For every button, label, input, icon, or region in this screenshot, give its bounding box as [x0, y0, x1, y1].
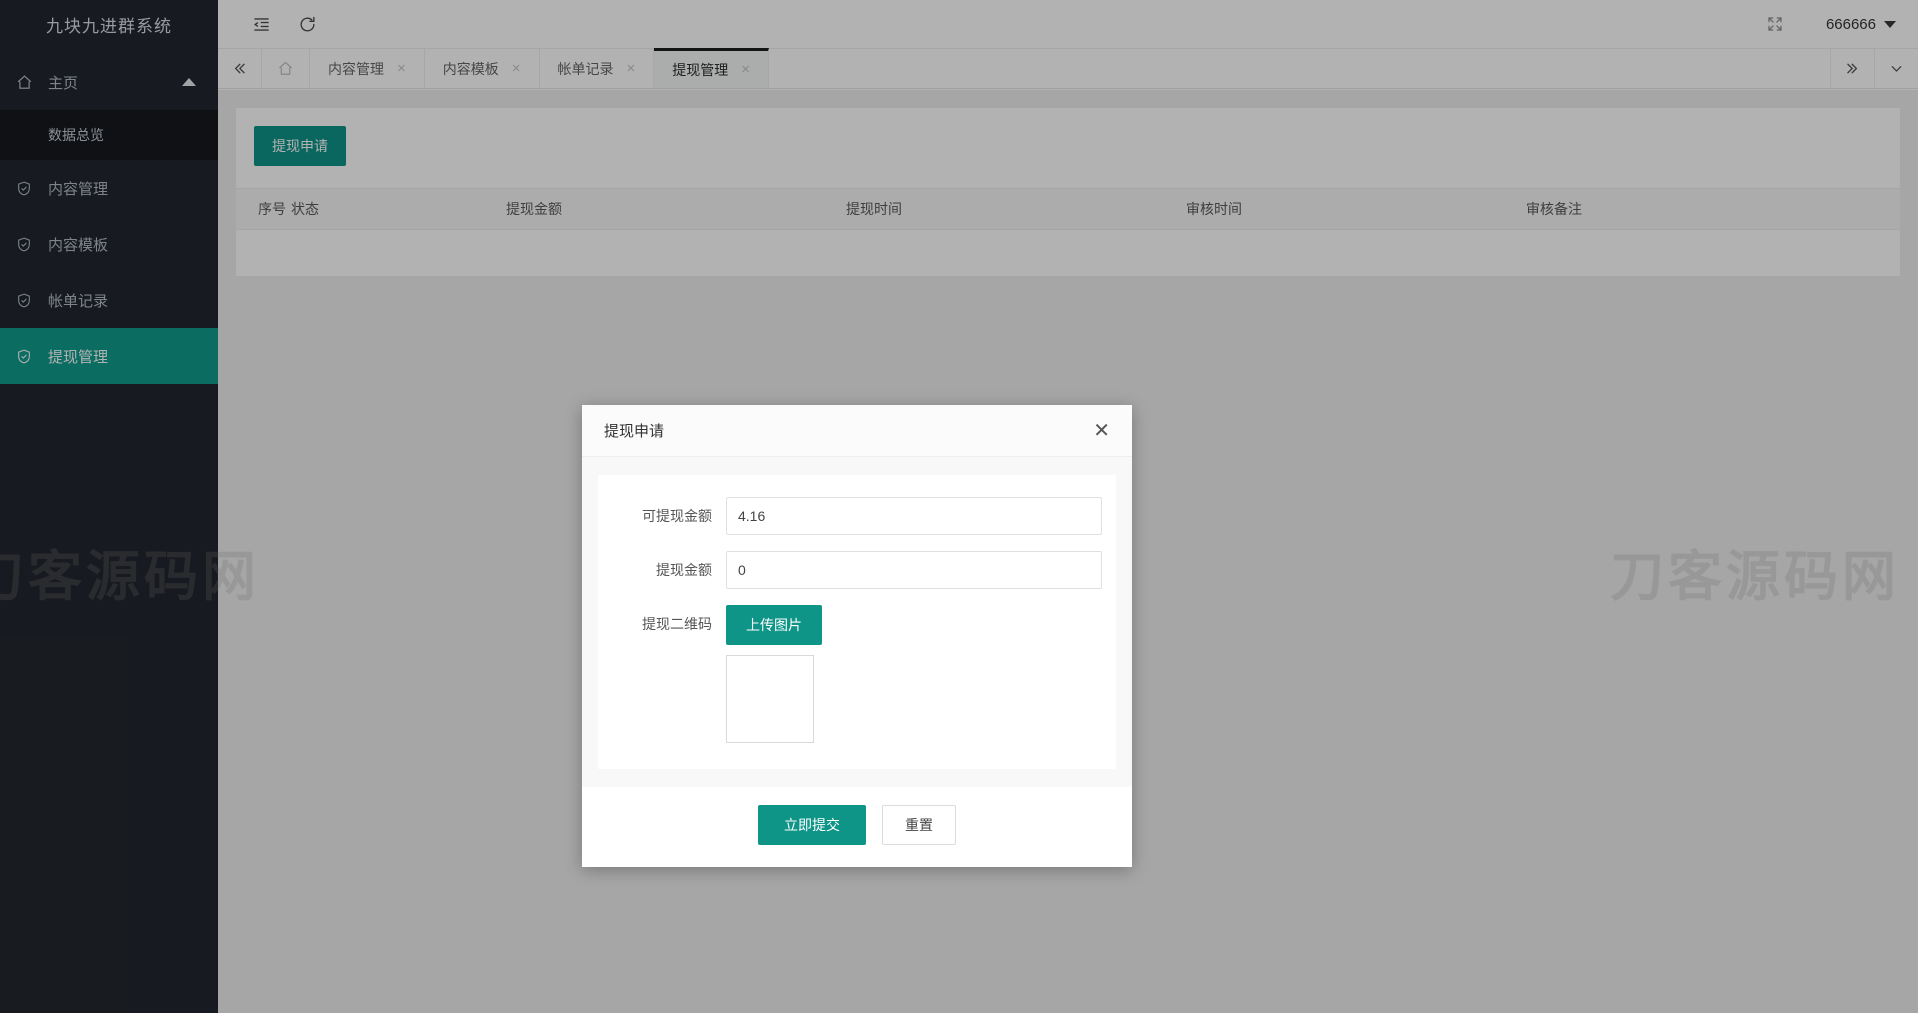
available-amount-control — [726, 497, 1102, 535]
withdraw-apply-modal: 提现申请 ✕ 可提现金额 提现金额 提现二维码 — [582, 405, 1132, 867]
qrcode-preview-box[interactable] — [726, 655, 814, 743]
qrcode-control: 上传图片 — [726, 605, 1102, 743]
qrcode-label: 提现二维码 — [598, 605, 726, 643]
submit-button[interactable]: 立即提交 — [758, 805, 866, 845]
modal-header: 提现申请 ✕ — [582, 405, 1132, 457]
withdraw-amount-input[interactable] — [726, 551, 1102, 589]
modal-body: 可提现金额 提现金额 提现二维码 上传图片 — [582, 457, 1132, 787]
close-icon[interactable]: ✕ — [1093, 421, 1110, 441]
modal-title: 提现申请 — [604, 420, 664, 441]
form-row-available-amount: 可提现金额 — [598, 497, 1116, 535]
upload-image-button[interactable]: 上传图片 — [726, 605, 822, 645]
withdraw-amount-control — [726, 551, 1102, 589]
app-root: 九块九进群系统 主页 数据总览 — [0, 0, 1918, 1013]
withdraw-form: 可提现金额 提现金额 提现二维码 上传图片 — [598, 475, 1116, 769]
reset-button[interactable]: 重置 — [882, 805, 956, 845]
available-amount-input[interactable] — [726, 497, 1102, 535]
withdraw-amount-label: 提现金额 — [598, 551, 726, 589]
form-row-withdraw-amount: 提现金额 — [598, 551, 1116, 589]
modal-footer: 立即提交 重置 — [582, 787, 1132, 867]
available-amount-label: 可提现金额 — [598, 497, 726, 535]
form-row-qrcode: 提现二维码 上传图片 — [598, 605, 1116, 743]
